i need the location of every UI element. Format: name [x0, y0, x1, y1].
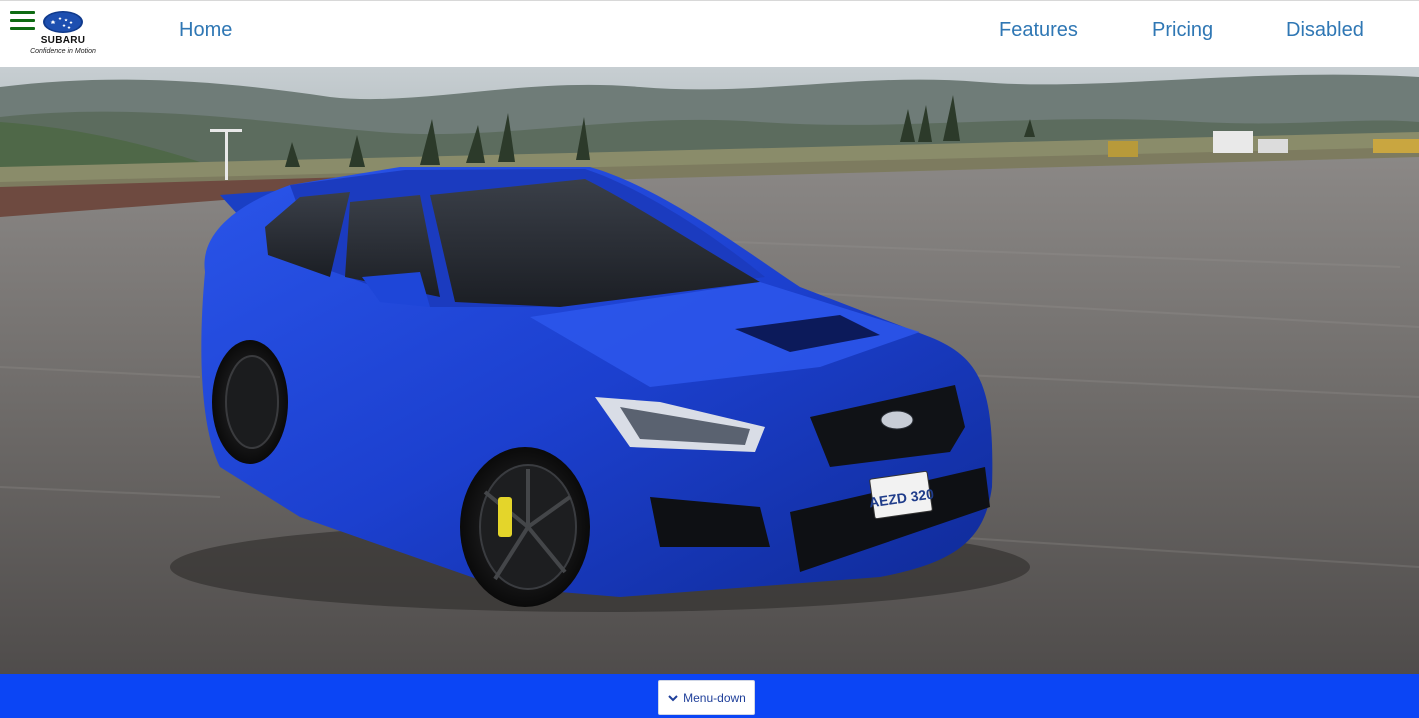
logo-brand-text: SUBARU: [40, 35, 86, 46]
nav-home-link[interactable]: Home: [179, 19, 232, 42]
menu-down-label: Menu-down: [683, 690, 746, 705]
top-navbar: SUBARU Confidence in Motion Home Feature…: [0, 0, 1419, 67]
nav-features-link[interactable]: Features: [999, 19, 1078, 42]
hero-image: AEZD 320: [0, 67, 1419, 674]
subaru-logo[interactable]: SUBARU Confidence in Motion: [20, 9, 106, 59]
menu-down-button[interactable]: Menu-down: [658, 680, 755, 715]
hero-car-illustration: AEZD 320: [0, 67, 1419, 674]
chevron-down-icon: [667, 693, 679, 703]
nav-pricing-link[interactable]: Pricing: [1152, 19, 1213, 42]
nav-disabled-link[interactable]: Disabled: [1286, 19, 1364, 42]
bottom-bar: Menu-down: [0, 674, 1419, 718]
logo-tagline-text: Confidence in Motion: [30, 48, 96, 55]
